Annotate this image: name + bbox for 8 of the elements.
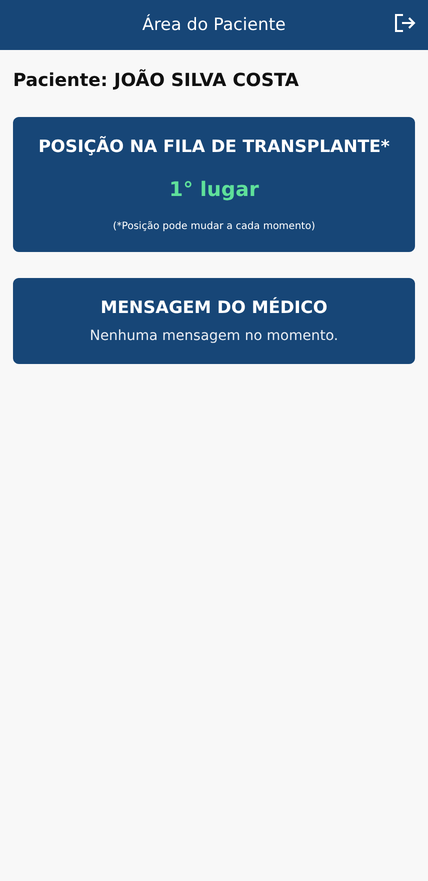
position-note: (*Posição pode mudar a cada momento) xyxy=(112,221,316,232)
doctor-message: Nenhuma mensagem no momento. xyxy=(90,328,338,344)
logout-icon xyxy=(394,13,416,33)
patient-name: Paciente: JOÃO SILVA COSTA xyxy=(13,70,299,91)
queue-position: 1° lugar xyxy=(169,177,259,201)
card-title: MENSAGEM DO MÉDICO xyxy=(100,298,328,318)
header-title: Área do Paciente xyxy=(142,15,286,35)
card-title: POSIÇÃO NA FILA DE TRANSPLANTE* xyxy=(38,137,390,157)
